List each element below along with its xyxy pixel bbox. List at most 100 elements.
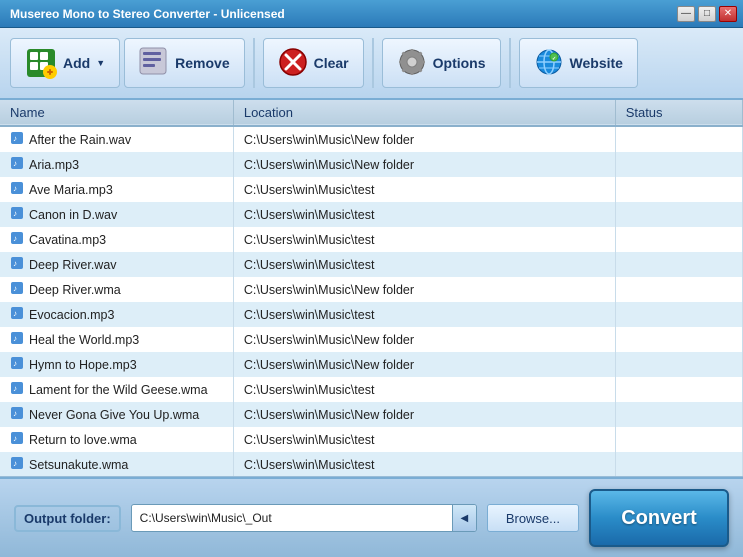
toolbar-separator-2: [372, 38, 374, 88]
music-file-icon: ♪: [10, 206, 24, 223]
file-status-cell: [615, 427, 742, 452]
file-status-cell: [615, 352, 742, 377]
file-name-cell: ♪ Deep River.wav: [0, 252, 233, 277]
svg-text:♪: ♪: [13, 284, 17, 293]
title-bar: Musereo Mono to Stereo Converter - Unlic…: [0, 0, 743, 28]
output-folder-label: Output folder:: [14, 505, 121, 532]
file-status-cell: [615, 377, 742, 402]
table-row[interactable]: ♪ Setsunakute.wma C:\Users\win\Music\tes…: [0, 452, 743, 477]
file-location-cell: C:\Users\win\Music\test: [233, 177, 615, 202]
file-location-cell: C:\Users\win\Music\test: [233, 377, 615, 402]
file-status-cell: [615, 177, 742, 202]
add-dropdown-arrow[interactable]: ▼: [96, 58, 105, 68]
table-row[interactable]: ♪ Return to love.wma C:\Users\win\Music\…: [0, 427, 743, 452]
svg-text:✓: ✓: [552, 56, 556, 62]
file-name-cell: ♪ Deep River.wma: [0, 277, 233, 302]
convert-button[interactable]: Convert: [589, 489, 729, 547]
toolbar-separator-3: [509, 38, 511, 88]
clear-label: Clear: [314, 55, 349, 71]
col-header-name: Name: [0, 100, 233, 126]
close-button[interactable]: ✕: [719, 6, 737, 22]
file-name-cell: ♪ Setsunakute.wma: [0, 452, 233, 477]
svg-text:♪: ♪: [13, 209, 17, 218]
music-file-icon: ♪: [10, 381, 24, 398]
output-path-input[interactable]: [132, 506, 452, 530]
file-location-cell: C:\Users\win\Music\test: [233, 427, 615, 452]
svg-text:♪: ♪: [13, 434, 17, 443]
file-table: Name Location Status ♪ After the Rain.wa…: [0, 100, 743, 477]
file-status-cell: [615, 227, 742, 252]
toolbar-separator-1: [253, 38, 255, 88]
add-label: Add: [63, 55, 90, 71]
table-row[interactable]: ♪ Lament for the Wild Geese.wma C:\Users…: [0, 377, 743, 402]
file-location-cell: C:\Users\win\Music\test: [233, 227, 615, 252]
svg-text:♪: ♪: [13, 384, 17, 393]
file-location-cell: C:\Users\win\Music\New folder: [233, 352, 615, 377]
clear-icon: [278, 47, 308, 80]
music-file-icon: ♪: [10, 356, 24, 373]
file-name-cell: ♪ Canon in D.wav: [0, 202, 233, 227]
music-file-icon: ♪: [10, 306, 24, 323]
file-name-cell: ♪ Hymn to Hope.mp3: [0, 352, 233, 377]
file-name-cell: ♪ Ave Maria.mp3: [0, 177, 233, 202]
file-status-cell: [615, 277, 742, 302]
maximize-button[interactable]: □: [698, 6, 716, 22]
music-file-icon: ♪: [10, 181, 24, 198]
table-row[interactable]: ♪ Deep River.wma C:\Users\win\Music\New …: [0, 277, 743, 302]
table-row[interactable]: ♪ Hymn to Hope.mp3 C:\Users\win\Music\Ne…: [0, 352, 743, 377]
col-header-status: Status: [615, 100, 742, 126]
file-location-cell: C:\Users\win\Music\test: [233, 452, 615, 477]
clear-button[interactable]: Clear: [263, 38, 364, 88]
music-file-icon: ♪: [10, 281, 24, 298]
file-name-cell: ♪ Lament for the Wild Geese.wma: [0, 377, 233, 402]
file-status-cell: [615, 327, 742, 352]
browse-button[interactable]: Browse...: [487, 504, 579, 532]
music-file-icon: ♪: [10, 156, 24, 173]
file-status-cell: [615, 152, 742, 177]
file-name-cell: ♪ Return to love.wma: [0, 427, 233, 452]
table-row[interactable]: ♪ Never Gona Give You Up.wma C:\Users\wi…: [0, 402, 743, 427]
file-name-cell: ♪ After the Rain.wav: [0, 126, 233, 152]
file-list-area[interactable]: Name Location Status ♪ After the Rain.wa…: [0, 100, 743, 477]
file-status-cell: [615, 452, 742, 477]
table-row[interactable]: ♪ Evocacion.mp3 C:\Users\win\Music\test: [0, 302, 743, 327]
table-row[interactable]: ♪ Heal the World.mp3 C:\Users\win\Music\…: [0, 327, 743, 352]
website-icon: ✓: [534, 47, 564, 80]
table-row[interactable]: ♪ Aria.mp3 C:\Users\win\Music\New folder: [0, 152, 743, 177]
svg-text:♪: ♪: [13, 409, 17, 418]
website-button[interactable]: ✓ Website: [519, 38, 638, 88]
add-button[interactable]: Add ▼: [10, 38, 120, 88]
minimize-button[interactable]: —: [677, 6, 695, 22]
table-row[interactable]: ♪ Ave Maria.mp3 C:\Users\win\Music\test: [0, 177, 743, 202]
music-file-icon: ♪: [10, 331, 24, 348]
file-name-cell: ♪ Aria.mp3: [0, 152, 233, 177]
path-arrow-button[interactable]: ◀: [452, 505, 476, 531]
music-file-icon: ♪: [10, 256, 24, 273]
file-name-cell: ♪ Heal the World.mp3: [0, 327, 233, 352]
window-title: Musereo Mono to Stereo Converter - Unlic…: [10, 7, 285, 21]
add-icon: [25, 47, 57, 79]
table-row[interactable]: ♪ Cavatina.mp3 C:\Users\win\Music\test: [0, 227, 743, 252]
file-status-cell: [615, 202, 742, 227]
table-row[interactable]: ♪ Deep River.wav C:\Users\win\Music\test: [0, 252, 743, 277]
file-name-cell: ♪ Evocacion.mp3: [0, 302, 233, 327]
options-button[interactable]: Options: [382, 38, 501, 88]
svg-text:♪: ♪: [13, 334, 17, 343]
svg-text:♪: ♪: [13, 359, 17, 368]
website-label: Website: [570, 55, 623, 71]
svg-text:♪: ♪: [13, 134, 17, 143]
svg-text:♪: ♪: [13, 159, 17, 168]
file-location-cell: C:\Users\win\Music\New folder: [233, 152, 615, 177]
table-row[interactable]: ♪ Canon in D.wav C:\Users\win\Music\test: [0, 202, 743, 227]
music-file-icon: ♪: [10, 431, 24, 448]
table-row[interactable]: ♪ After the Rain.wav C:\Users\win\Music\…: [0, 126, 743, 152]
svg-text:♪: ♪: [13, 184, 17, 193]
music-file-icon: ♪: [10, 456, 24, 473]
file-location-cell: C:\Users\win\Music\New folder: [233, 402, 615, 427]
svg-text:♪: ♪: [13, 309, 17, 318]
options-label: Options: [433, 55, 486, 71]
file-location-cell: C:\Users\win\Music\New folder: [233, 327, 615, 352]
toolbar: Add ▼ Remove Clear: [0, 28, 743, 100]
file-location-cell: C:\Users\win\Music\test: [233, 252, 615, 277]
remove-button[interactable]: Remove: [124, 38, 244, 88]
